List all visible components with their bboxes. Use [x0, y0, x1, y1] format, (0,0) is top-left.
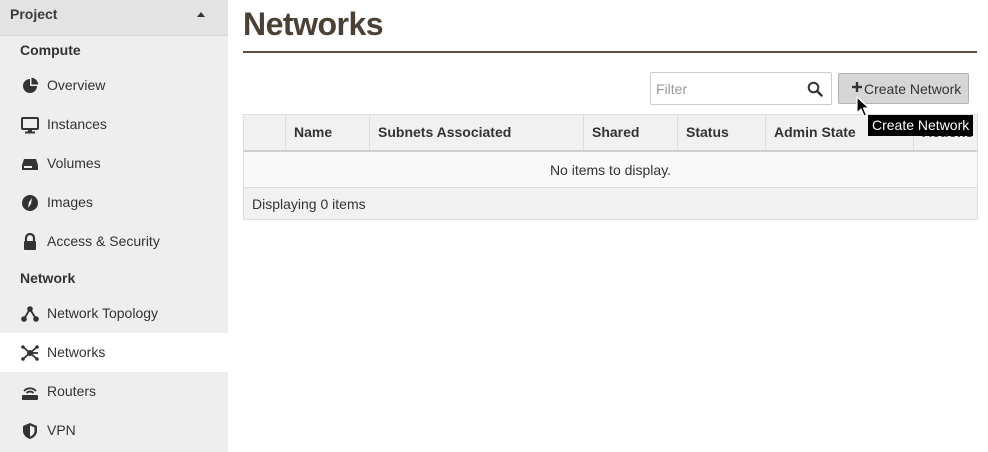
create-network-tooltip: Create Network [868, 115, 974, 136]
sidebar-item-label: Network Topology [47, 305, 159, 321]
sidebar-item-label: Overview [47, 77, 106, 93]
mouse-cursor-icon [856, 96, 870, 117]
pie-chart-icon [23, 77, 39, 93]
sidebar-item-overview[interactable]: Overview [0, 66, 228, 105]
topology-icon [21, 306, 39, 322]
sidebar: Project Compute Overview Instances Volum… [0, 0, 228, 452]
sidebar-item-label: Networks [47, 344, 106, 360]
sidebar-item-routers[interactable]: Routers [0, 372, 228, 411]
sidebar-item-label: Access & Security [47, 233, 160, 249]
router-icon [22, 387, 38, 400]
select-all-column[interactable] [244, 115, 285, 150]
column-header-name[interactable]: Name [285, 115, 369, 150]
sidebar-item-volumes[interactable]: Volumes [0, 144, 228, 183]
sidebar-item-label: VPN [47, 422, 76, 438]
lock-icon [24, 233, 36, 250]
sidebar-item-instances[interactable]: Instances [0, 105, 228, 144]
sidebar-item-label: Images [47, 194, 93, 210]
filter-box [650, 72, 832, 105]
search-icon[interactable] [807, 81, 823, 97]
caret-up-icon [197, 12, 205, 17]
compass-icon [22, 195, 38, 211]
sidebar-item-images[interactable]: Images [0, 183, 228, 222]
empty-row: No items to display. [244, 152, 977, 188]
shield-icon [23, 423, 37, 439]
section-compute[interactable]: Compute [20, 42, 81, 58]
column-header-status[interactable]: Status [677, 115, 765, 150]
column-header-shared[interactable]: Shared [583, 115, 677, 150]
empty-message: No items to display. [549, 162, 672, 178]
section-network[interactable]: Network [20, 270, 75, 286]
sidebar-item-networks[interactable]: Networks [0, 333, 228, 372]
table-footer: Displaying 0 items [244, 188, 977, 219]
desktop-icon [21, 117, 39, 134]
plus-icon [852, 82, 862, 92]
sidebar-item-access-security[interactable]: Access & Security [0, 222, 228, 261]
sidebar-item-network-topology[interactable]: Network Topology [0, 294, 228, 333]
page-title: Networks [243, 6, 384, 42]
item-count: Displaying 0 items [252, 196, 366, 212]
column-header-subnets[interactable]: Subnets Associated [369, 115, 583, 150]
title-divider [243, 51, 977, 53]
sidebar-item-vpn[interactable]: VPN [0, 411, 228, 450]
project-label: Project [10, 6, 58, 22]
filter-input[interactable] [651, 73, 801, 104]
network-icon [21, 345, 39, 361]
project-dropdown[interactable]: Project [0, 0, 228, 36]
sidebar-item-label: Routers [47, 383, 97, 399]
create-network-label: Create Network [864, 81, 962, 97]
sidebar-item-label: Instances [47, 116, 107, 132]
hdd-icon [22, 159, 38, 170]
sidebar-item-label: Volumes [47, 155, 101, 171]
